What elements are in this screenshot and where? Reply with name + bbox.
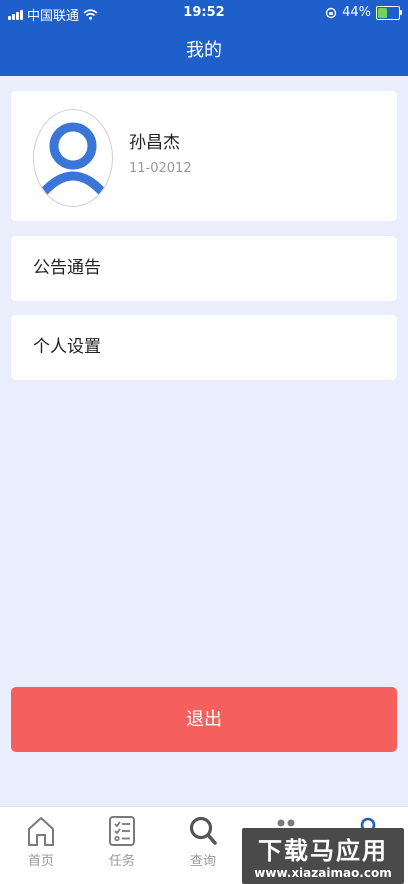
- task-list-icon: [109, 816, 135, 846]
- page-title: 我的: [0, 26, 408, 76]
- profile-card[interactable]: 孙昌杰 11-02012: [11, 91, 397, 221]
- avatar-user-icon: [37, 122, 109, 199]
- rotation-lock-icon: [325, 7, 337, 18]
- tab-search-label: 查询: [189, 854, 216, 869]
- watermark-title: 下载马应用: [258, 837, 388, 865]
- battery-level: [378, 7, 387, 18]
- status-right: 44%: [325, 5, 402, 20]
- tab-task-label: 任务: [108, 854, 135, 869]
- tab-home[interactable]: 首页: [11, 815, 71, 869]
- status-bar: 中国联通 19:52 44%: [0, 0, 408, 26]
- settings-label: 个人设置: [33, 337, 101, 357]
- watermark-url: www.xiazaimao.com: [254, 866, 392, 880]
- notice-label: 公告通告: [33, 258, 101, 278]
- tab-bar: 首页 任务 查询 下载马应用 www.xiazaimao.com: [0, 806, 408, 884]
- logout-button[interactable]: 退出: [11, 687, 397, 752]
- avatar[interactable]: [33, 109, 113, 207]
- notice-menu-item[interactable]: 公告通告: [11, 236, 397, 301]
- tab-home-label: 首页: [27, 854, 54, 869]
- tab-task[interactable]: 任务: [92, 815, 152, 869]
- settings-menu-item[interactable]: 个人设置: [11, 315, 397, 380]
- battery-percent: 44%: [342, 5, 371, 20]
- home-icon: [28, 817, 54, 846]
- battery-icon: [376, 5, 402, 20]
- user-id: 11-02012: [129, 161, 192, 176]
- user-name: 孙昌杰: [129, 133, 180, 153]
- watermark: 下载马应用 www.xiazaimao.com: [242, 828, 404, 884]
- tab-search[interactable]: 查询: [173, 815, 233, 869]
- search-icon: [189, 816, 217, 845]
